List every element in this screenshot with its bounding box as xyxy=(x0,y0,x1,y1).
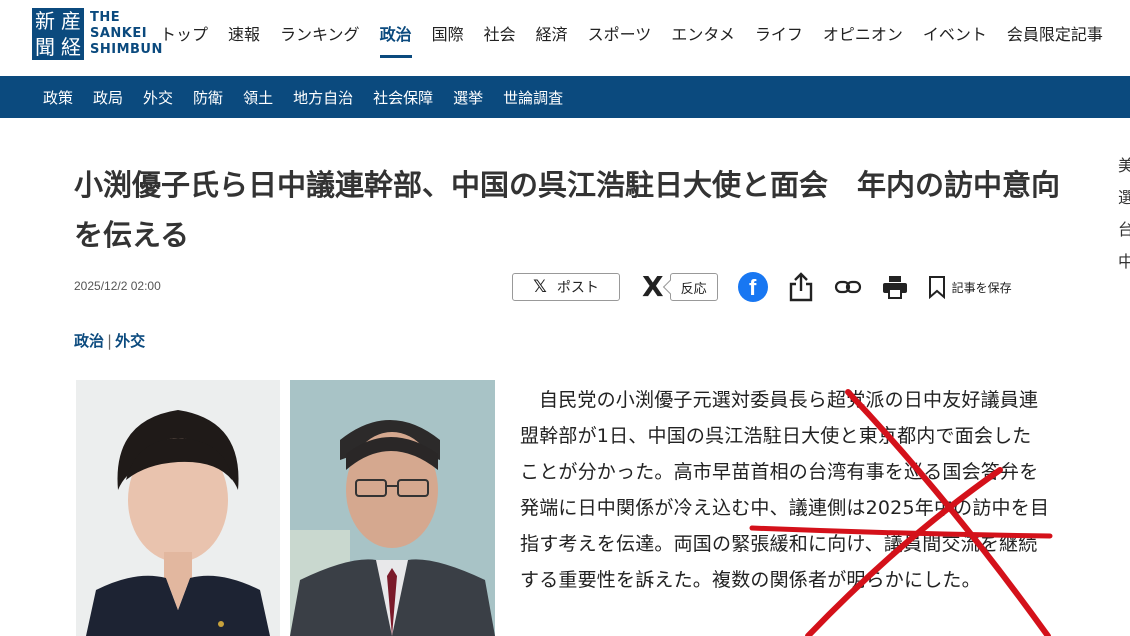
subnav-item-policy[interactable]: 政策 xyxy=(43,87,73,108)
publish-date: 2025/12/2 02:00 xyxy=(74,279,161,293)
logo-kanji: 経 xyxy=(61,35,81,59)
right-edge-text: 選 xyxy=(1118,188,1130,207)
nav-item-members[interactable]: 会員限定記事 xyxy=(1007,24,1115,58)
facebook-glyph: f xyxy=(748,275,757,300)
subnav-item-territory[interactable]: 領土 xyxy=(243,87,273,108)
subnav-item-elections[interactable]: 選挙 xyxy=(453,87,483,108)
nav-item-top[interactable]: トップ xyxy=(160,24,220,58)
article-body: 自民党の小渕優子元選対委員長ら超党派の日中友好議員連盟幹部が1日、中国の呉江浩駐… xyxy=(520,389,1050,591)
nav-item-entertainment[interactable]: エンタメ xyxy=(671,24,747,58)
site-logo[interactable]: 新 産 聞 経 THE SANKEI SHIMBUN xyxy=(32,8,163,60)
article-photo-ambassador xyxy=(290,380,495,636)
category-link-diplomacy[interactable]: 外交 xyxy=(115,332,145,350)
nav-item-ranking[interactable]: ランキング xyxy=(280,24,372,58)
category-link-politics[interactable]: 政治 xyxy=(74,332,104,350)
right-edge-text: 美 xyxy=(1118,156,1130,175)
right-edge-text: 中 xyxy=(1118,252,1130,271)
print-icon xyxy=(882,276,907,299)
facebook-share-button[interactable]: f xyxy=(737,272,768,302)
subnav-item-local-government[interactable]: 地方自治 xyxy=(293,87,353,108)
share-toolbar: 𝕏 ポスト X 反応 f 記事を保存 xyxy=(512,272,1012,302)
reactions-button[interactable]: 反応 xyxy=(669,273,718,301)
post-to-x-button[interactable]: 𝕏 ポスト xyxy=(512,273,620,301)
article-meta: 2025/12/2 02:00 𝕏 ポスト X 反応 f 記事を保存 xyxy=(74,272,1054,304)
logo-kanji: 聞 xyxy=(35,35,55,59)
article-photo-woman xyxy=(76,380,280,636)
nav-item-events[interactable]: イベント xyxy=(923,24,999,58)
article: 小渕優子氏ら日中議連幹部、中国の呉江浩駐日大使と面会 年内の訪中意向を伝える xyxy=(74,160,1064,260)
logo-kanji: 産 xyxy=(61,9,81,33)
share-button[interactable] xyxy=(788,272,814,302)
nav-item-life[interactable]: ライフ xyxy=(755,24,815,58)
reactions-label: 反応 xyxy=(680,281,707,297)
subnav-item-diplomacy[interactable]: 外交 xyxy=(143,87,173,108)
x-reactions[interactable]: X 反応 xyxy=(642,273,718,301)
facebook-icon: f xyxy=(737,272,768,302)
nav-item-breaking[interactable]: 速報 xyxy=(228,24,272,58)
link-icon xyxy=(834,280,861,294)
article-categories: 政治 | 外交 xyxy=(74,330,145,351)
save-article-label: 記事を保存 xyxy=(951,280,1012,295)
bookmark-icon xyxy=(928,276,945,299)
portrait-illustration xyxy=(76,380,280,636)
share-icon xyxy=(789,272,812,302)
logo-line: SHIMBUN xyxy=(90,42,163,57)
category-separator: | xyxy=(107,332,113,350)
copy-link-button[interactable] xyxy=(834,278,862,296)
logo-line: SANKEI xyxy=(90,26,148,41)
site-header: 新 産 聞 経 THE SANKEI SHIMBUN トップ 速報 ランキング … xyxy=(0,0,1130,76)
x-icon: X xyxy=(642,270,664,303)
nav-item-economy[interactable]: 経済 xyxy=(536,24,580,58)
subnav-item-defense[interactable]: 防衛 xyxy=(193,87,223,108)
subnav-item-political-situation[interactable]: 政局 xyxy=(93,87,123,108)
sub-nav: 政策 政局 外交 防衛 領土 地方自治 社会保障 選挙 世論調査 xyxy=(0,76,1130,118)
right-edge-text: 台 xyxy=(1118,220,1130,239)
article-headline: 小渕優子氏ら日中議連幹部、中国の呉江浩駐日大使と面会 年内の訪中意向を伝える xyxy=(74,168,1061,252)
nav-item-sports[interactable]: スポーツ xyxy=(588,24,664,58)
x-icon: 𝕏 xyxy=(533,277,547,297)
logo-line: THE xyxy=(90,10,121,25)
nav-item-society[interactable]: 社会 xyxy=(484,24,528,58)
nav-item-politics[interactable]: 政治 xyxy=(379,24,424,58)
save-article-button[interactable]: 記事を保存 xyxy=(928,275,1012,299)
logo-mark: 新 産 聞 経 xyxy=(32,8,84,60)
subnav-item-social-security[interactable]: 社会保障 xyxy=(373,87,433,108)
post-label: ポスト xyxy=(556,280,599,296)
logo-wordmark: THE SANKEI SHIMBUN xyxy=(90,10,163,58)
logo-kanji: 新 xyxy=(35,9,55,33)
top-nav: トップ 速報 ランキング 政治 国際 社会 経済 スポーツ エンタメ ライフ オ… xyxy=(160,24,1123,58)
print-button[interactable] xyxy=(882,275,908,299)
nav-item-opinion[interactable]: オピニオン xyxy=(823,24,915,58)
nav-item-international[interactable]: 国際 xyxy=(432,24,476,58)
subnav-item-polls[interactable]: 世論調査 xyxy=(503,87,563,108)
portrait-illustration xyxy=(290,380,495,636)
